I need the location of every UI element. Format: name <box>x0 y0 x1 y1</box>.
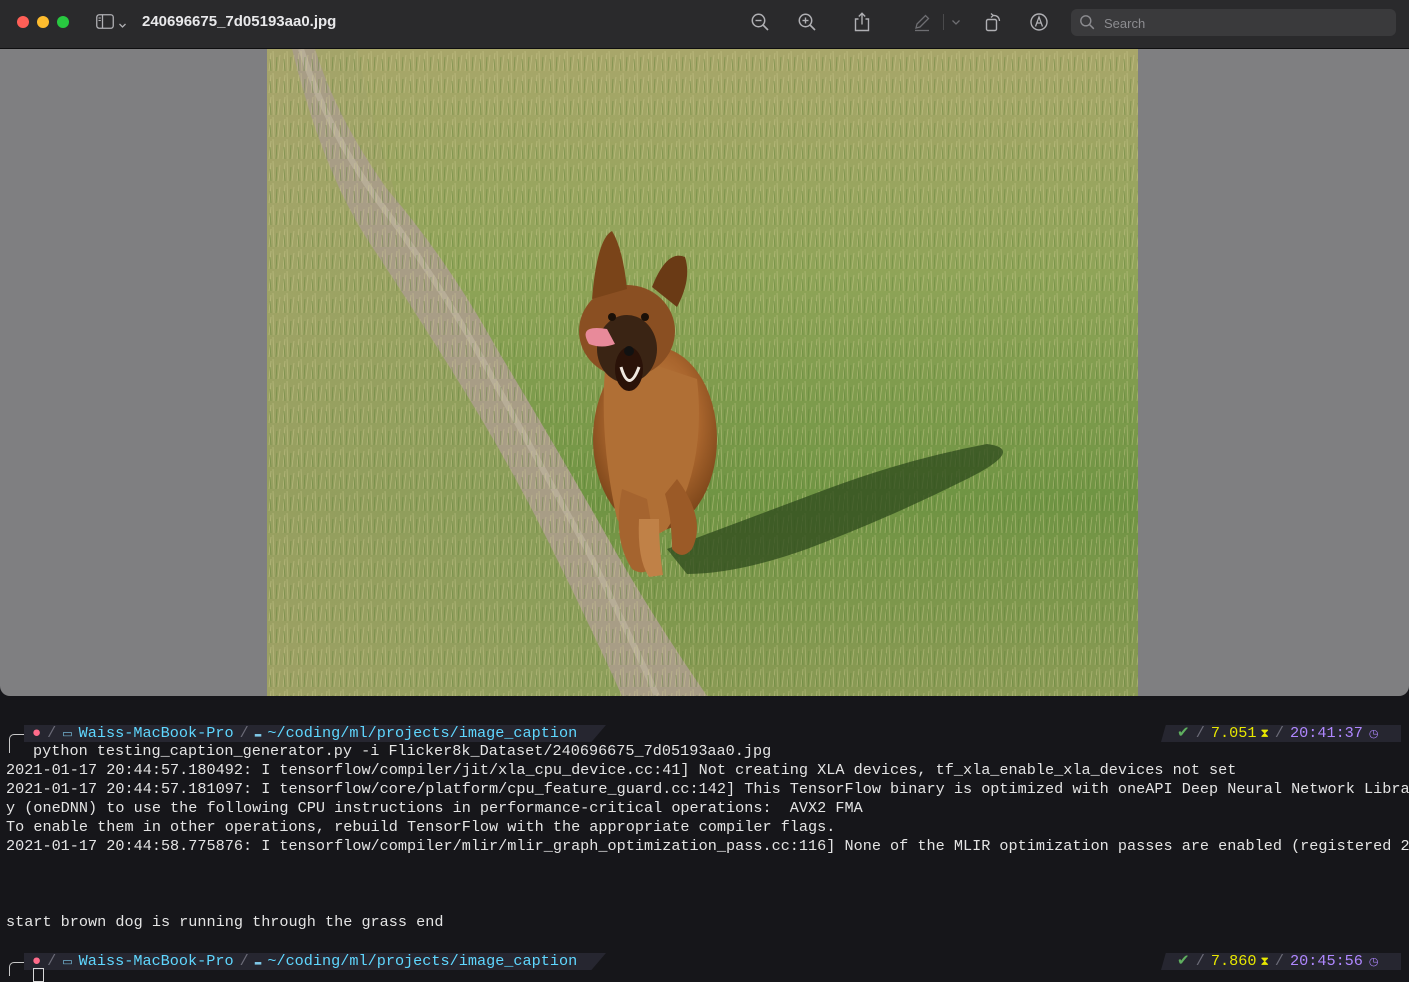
highlight-chevron-down-icon[interactable] <box>950 16 962 28</box>
terminal-cursor[interactable] <box>33 968 44 982</box>
output-line: y (oneDNN) to use the following CPU inst… <box>6 799 863 817</box>
folder-icon: ▬ <box>254 957 262 969</box>
apple-icon: ● <box>32 724 42 742</box>
clock-icon: ◷ <box>1368 729 1379 741</box>
dog-photo <box>267 49 1138 696</box>
folder-icon: ▬ <box>254 729 262 741</box>
dog-running-on-grass-path-image <box>267 49 1138 696</box>
share-icon[interactable] <box>852 12 872 32</box>
prompt-line-2: ● / ▭ Waiss-MacBook-Pro / ▬ ~/coding/ml/projec… <box>0 952 1409 971</box>
output-line: 2021-01-17 20:44:57.180492: I tensorflow… <box>6 761 1237 779</box>
hourglass-icon: ⧗ <box>1260 727 1269 741</box>
output-line: 2021-01-17 20:44:57.181097: I tensorflow… <box>6 780 1409 798</box>
highlighter-icon[interactable] <box>912 12 932 32</box>
prompt-left-segment: ● / ▭ Waiss-MacBook-Pro / ▬ ~/coding/ml/projec… <box>24 725 606 742</box>
prompt-path: ~/coding/ml/projects/image_caption <box>267 952 578 970</box>
check-icon: ✔ <box>1177 952 1190 970</box>
check-icon: ✔ <box>1177 724 1190 742</box>
prompt-right-segment: ✔/7.860 ⧗/20:45:56 ◷ <box>1161 953 1401 970</box>
laptop-icon: ▭ <box>62 957 73 969</box>
terminal-window[interactable]: ● / ▭ Waiss-MacBook-Pro / ▬ ~/coding/ml/projec… <box>0 696 1409 982</box>
preview-window: 240696675_7d05193aa0.jpg <box>0 0 1409 696</box>
rotate-icon[interactable] <box>983 12 1003 32</box>
prompt-path: ~/coding/ml/projects/image_caption <box>267 724 578 742</box>
search-field[interactable] <box>1071 9 1396 36</box>
command-line: python testing_caption_generator.py -i F… <box>33 742 772 760</box>
search-input[interactable] <box>1102 13 1386 34</box>
prompt-time: 20:41:37 <box>1290 724 1363 742</box>
command-duration: 7.860 <box>1210 952 1257 970</box>
markup-icon[interactable] <box>1029 12 1049 32</box>
clock-icon: ◷ <box>1368 957 1379 969</box>
hourglass-icon: ⧗ <box>1260 955 1269 969</box>
maximize-button[interactable] <box>57 16 69 28</box>
close-button[interactable] <box>17 16 29 28</box>
chevron-down-icon[interactable] <box>118 17 127 28</box>
prompt-time: 20:45:56 <box>1290 952 1363 970</box>
prompt-left-segment: ● / ▭ Waiss-MacBook-Pro / ▬ ~/coding/ml/projec… <box>24 953 606 970</box>
laptop-icon: ▭ <box>62 729 73 741</box>
prompt-line-1: ● / ▭ Waiss-MacBook-Pro / ▬ ~/coding/ml/projec… <box>0 724 1409 743</box>
prompt-bracket <box>9 734 24 753</box>
zoom-in-icon[interactable] <box>797 12 817 32</box>
minimize-button[interactable] <box>37 16 49 28</box>
output-line: 2021-01-17 20:44:58.775876: I tensorflow… <box>6 837 1409 855</box>
command-duration: 7.051 <box>1210 724 1257 742</box>
search-icon <box>1079 14 1095 30</box>
caption-output: start brown dog is running through the g… <box>6 913 444 931</box>
title-bar: 240696675_7d05193aa0.jpg <box>0 0 1409 49</box>
output-line: To enable them in other operations, rebu… <box>6 818 836 836</box>
prompt-bracket <box>9 962 24 976</box>
prompt-host: Waiss-MacBook-Pro <box>78 724 234 742</box>
document-title: 240696675_7d05193aa0.jpg <box>142 13 337 30</box>
toolbar-divider <box>943 14 944 30</box>
sidebar-toggle-icon[interactable] <box>96 14 114 29</box>
zoom-out-icon[interactable] <box>750 12 770 32</box>
prompt-right-segment: ✔/7.051 ⧗/20:41:37 ◷ <box>1161 725 1401 742</box>
prompt-host: Waiss-MacBook-Pro <box>78 952 234 970</box>
